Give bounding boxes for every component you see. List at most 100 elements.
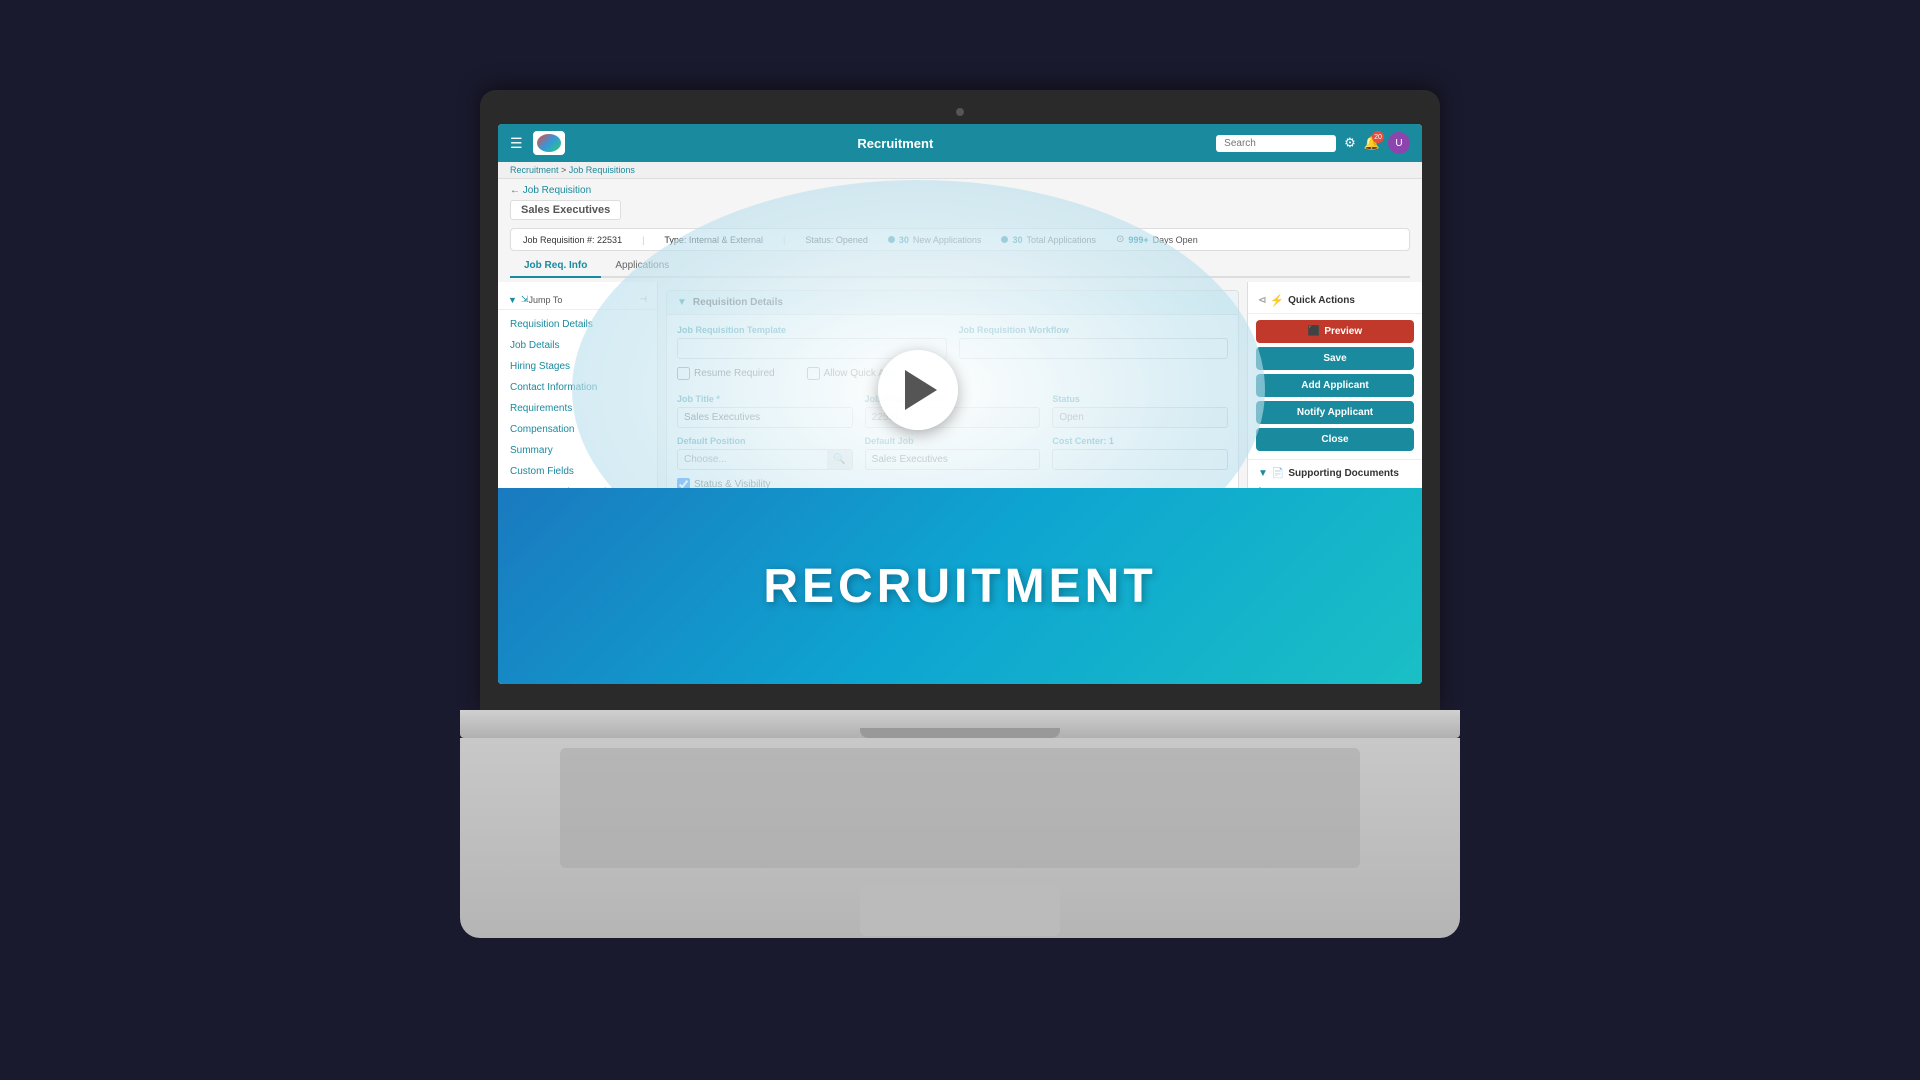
page-header: ← Job Requisition Sales Executives	[498, 179, 1422, 224]
upload-section: Upload Document Choose... No file chosen	[1248, 509, 1422, 548]
stat-new-apps: 30 New Applications	[888, 235, 982, 245]
save-button[interactable]: Save	[1256, 347, 1414, 370]
workflow-input[interactable]	[959, 338, 1229, 359]
notification-icon[interactable]: 🔔 20	[1364, 135, 1380, 151]
sidebar-expand-icon[interactable]: ⊲	[1258, 295, 1266, 306]
camera	[956, 108, 964, 116]
breadcrumb-separator: >	[561, 165, 569, 175]
close-button[interactable]: Close	[1256, 428, 1414, 451]
job-title-label: Job Title *	[677, 394, 853, 404]
app-ui: ☰ Recruitment ⚙ 🔔 20 U	[498, 124, 1422, 684]
header-title: Recruitment	[575, 136, 1217, 151]
workflow-group: Job Requisition Workflow	[959, 325, 1229, 359]
section-chevron-icon[interactable]: ▼	[677, 297, 687, 308]
quick-actions-header: ⊲ ⚡ Quick Actions	[1248, 290, 1422, 314]
job-title-input[interactable]	[677, 407, 853, 428]
default-job-select[interactable]: Sales Executives	[865, 449, 1041, 470]
info-icon: ℹ	[1258, 487, 1262, 498]
keyboard	[560, 748, 1360, 868]
quick-actions-title: Quick Actions	[1288, 295, 1355, 306]
visibility-to-label: Visibility Date To	[959, 497, 1229, 507]
right-sidebar: ⊲ ⚡ Quick Actions ⬛ Preview Save Add App…	[1247, 282, 1422, 684]
tab-job-req-info[interactable]: Job Req. Info	[510, 255, 601, 278]
sidebar-item-requisition-details[interactable]: Requisition Details	[498, 314, 657, 335]
resume-required-check: Resume Required	[677, 367, 775, 380]
app-header: ☰ Recruitment ⚙ 🔔 20 U	[498, 124, 1422, 162]
help-icon[interactable]: ⚙	[1344, 135, 1356, 151]
status-visibility-label: Status & Visibility	[694, 479, 771, 490]
supporting-docs-title: Supporting Documents	[1288, 468, 1399, 479]
hamburger-icon[interactable]: ☰	[510, 135, 523, 152]
sidebar-item-hiring-stages[interactable]: Hiring Stages	[498, 356, 657, 377]
cost-center-select[interactable]	[1052, 449, 1228, 470]
visibility-to-group: Visibility Date To	[959, 497, 1229, 531]
screen: ☰ Recruitment ⚙ 🔔 20 U	[498, 124, 1422, 684]
status-visibility-check: Status & Visibility	[677, 478, 1228, 491]
section-title: Requisition Details	[693, 297, 783, 308]
logo-circle	[537, 134, 561, 152]
jump-to-icon2[interactable]: ⇲	[521, 294, 529, 305]
status-field-label: Status	[1052, 394, 1228, 404]
default-position-input[interactable]	[678, 450, 827, 469]
visibility-from-input[interactable]	[677, 510, 947, 531]
docs-info: ℹ A maximum of 5 files are allowed to be…	[1248, 483, 1422, 509]
allow-quick-app-checkbox[interactable]	[807, 367, 820, 380]
default-job-group: Default Job Sales Executives	[865, 436, 1041, 470]
default-position-label: Default Position	[677, 436, 853, 446]
stat-total-apps: 30 Total Applications	[1001, 235, 1096, 245]
sidebar-item-equest[interactable]: eQuest	[498, 503, 657, 524]
sidebar-item-summary[interactable]: Summary	[498, 440, 657, 461]
preview-label: Preview	[1324, 326, 1362, 337]
search-input[interactable]	[1216, 135, 1336, 152]
sidebar-item-compensation[interactable]: Compensation	[498, 419, 657, 440]
sidebar-item-custom-fields[interactable]: Custom Fields	[498, 461, 657, 482]
visibility-to-input[interactable]	[959, 510, 1229, 531]
breadcrumb-link1[interactable]: Recruitment	[510, 165, 559, 175]
notify-applicant-button[interactable]: Notify Applicant	[1256, 401, 1414, 424]
back-button[interactable]: ← Job Requisition	[510, 185, 1410, 196]
cost-center-label: Cost Center: 1	[1052, 436, 1228, 446]
nav-toggle-icon[interactable]: ⊣	[639, 294, 647, 305]
stat-dot-2	[1001, 236, 1008, 243]
breadcrumb: Recruitment > Job Requisitions	[498, 162, 1422, 179]
supporting-docs-header: ▼ 📄 Supporting Documents	[1248, 459, 1422, 483]
docs-toggle-icon[interactable]: ▼	[1258, 468, 1268, 479]
resume-required-label: Resume Required	[694, 368, 775, 379]
touchpad	[860, 886, 1060, 936]
jump-to-label: Jump To	[528, 295, 562, 305]
play-button[interactable]	[878, 350, 958, 430]
laptop-keyboard-area	[460, 738, 1460, 938]
app-logo	[533, 131, 565, 155]
sidebar-item-requirements[interactable]: Requirements	[498, 398, 657, 419]
add-applicant-button[interactable]: Add Applicant	[1256, 374, 1414, 397]
screen-bezel: ☰ Recruitment ⚙ 🔔 20 U	[480, 90, 1440, 710]
laptop-container: ☰ Recruitment ⚙ 🔔 20 U	[460, 90, 1460, 990]
docs-info-text: A maximum of 5 files are allowed to be a…	[1266, 487, 1412, 505]
template-label: Job Requisition Template	[677, 325, 947, 335]
sidebar-item-contact-information[interactable]: Contact Information	[498, 377, 657, 398]
page-title: Sales Executives	[510, 200, 621, 220]
main-content: ▼ ⇲ Jump To ⊣ Requisition Details Job De…	[498, 282, 1422, 684]
sidebar-item-job-details[interactable]: Job Details	[498, 335, 657, 356]
choose-file-button[interactable]: Choose...	[1258, 526, 1315, 544]
visibility-from-label: Visibility Date From	[677, 497, 947, 507]
stat-days-open: ⊙ 999+ Days Open	[1116, 234, 1198, 245]
preview-button[interactable]: ⬛ Preview	[1256, 320, 1414, 343]
resume-required-checkbox[interactable]	[677, 367, 690, 380]
play-triangle-icon	[905, 370, 937, 410]
status-input	[1052, 407, 1228, 428]
breadcrumb-link2[interactable]: Job Requisitions	[569, 165, 635, 175]
collapse-icon[interactable]: ▼	[508, 295, 517, 305]
preview-stop-icon: ⬛	[1308, 326, 1320, 337]
docs-icon: 📄	[1272, 468, 1284, 479]
left-nav: ▼ ⇲ Jump To ⊣ Requisition Details Job De…	[498, 282, 658, 684]
file-choose-row: Choose... No file chosen	[1258, 526, 1412, 544]
no-file-text: No file chosen	[1319, 531, 1370, 540]
sidebar-item-career-portal[interactable]: Career Portal Page Links	[498, 482, 657, 503]
default-position-input-wrapper: 🔍	[677, 449, 853, 470]
default-position-search-btn[interactable]: 🔍	[827, 450, 851, 469]
default-position-group: Default Position 🔍	[677, 436, 853, 470]
status-visibility-checkbox[interactable]	[677, 478, 690, 491]
avatar[interactable]: U	[1388, 132, 1410, 154]
tab-applications[interactable]: Applications	[601, 255, 683, 278]
